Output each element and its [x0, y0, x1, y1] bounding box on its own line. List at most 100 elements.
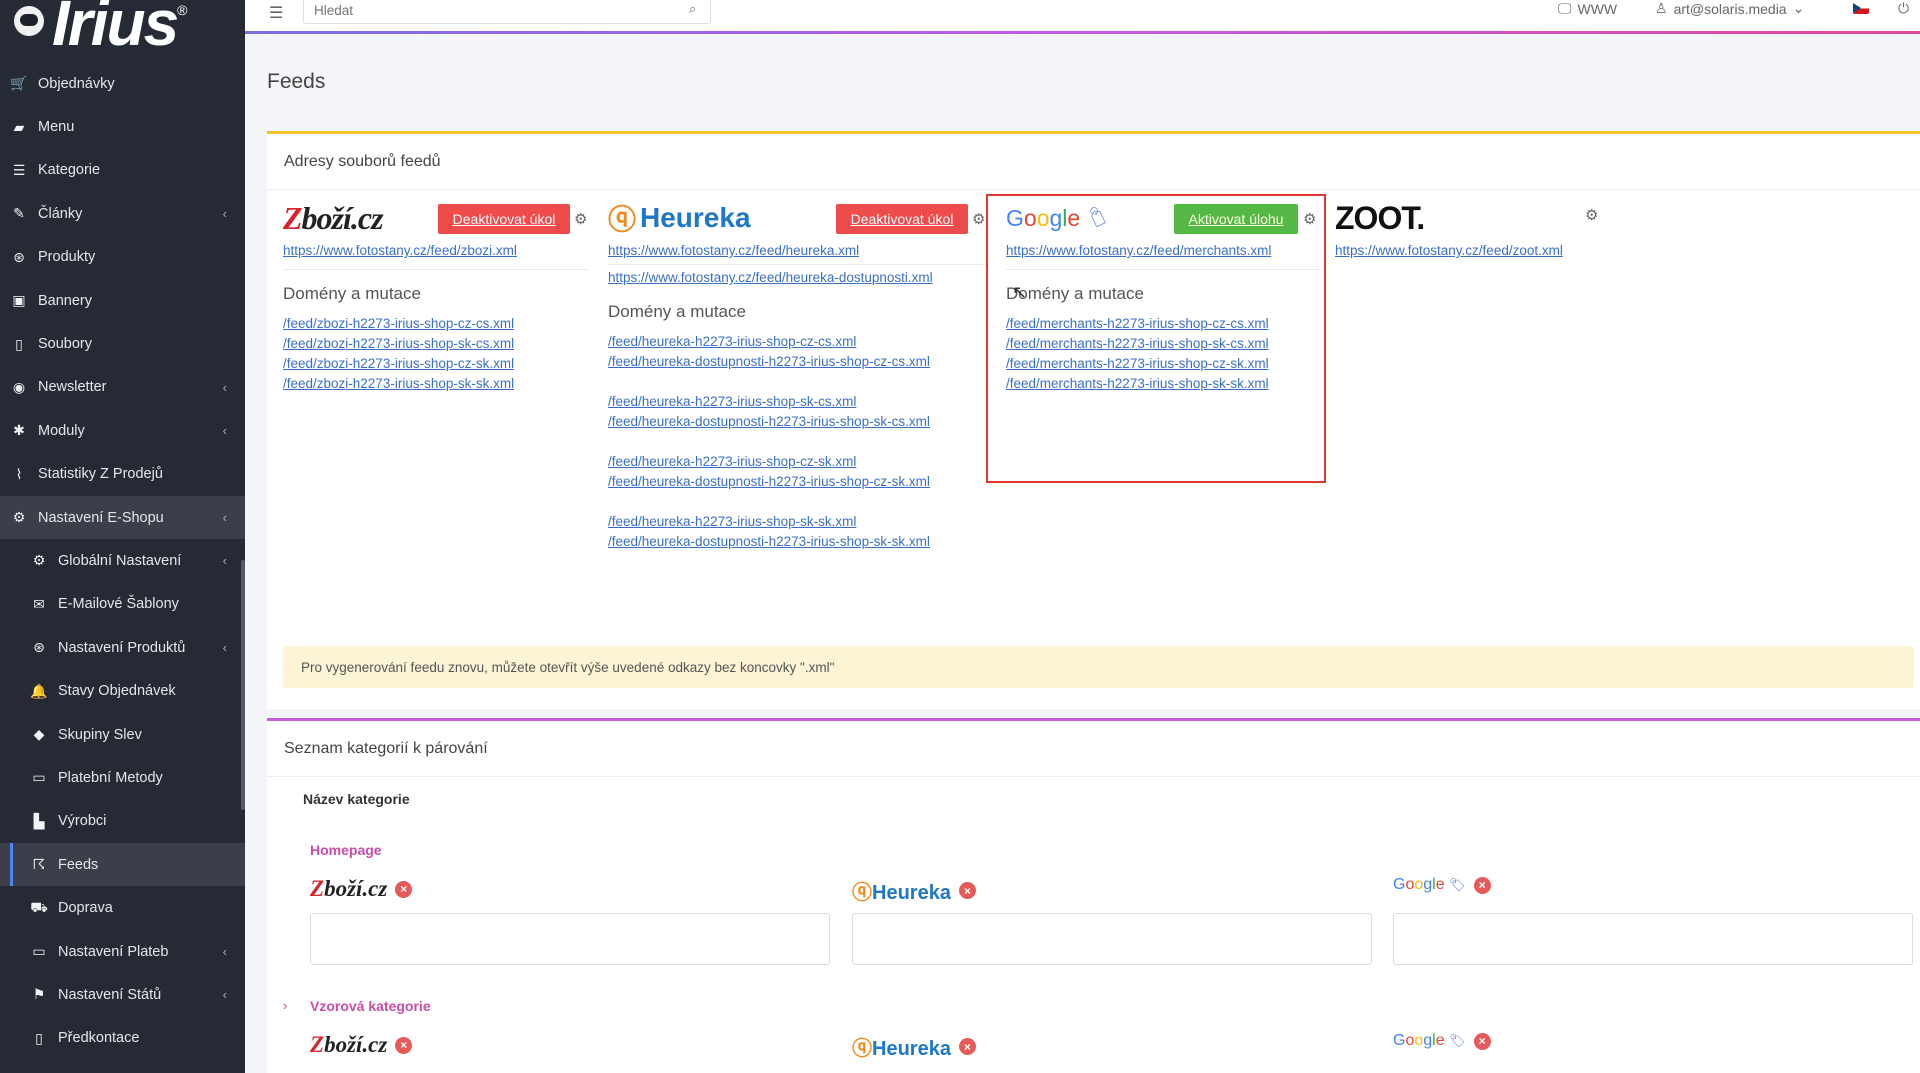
zbozi-mini-brand: Zboží.cz × — [310, 1032, 413, 1058]
google-logo: Google 🏷 — [1393, 1032, 1466, 1049]
sidebar-item-label: Doprava — [58, 900, 113, 917]
chevron-left-icon: ‹ — [222, 640, 227, 656]
chevron-right-icon[interactable]: › — [283, 998, 287, 1013]
sidebar-item-label: Produkty — [38, 249, 96, 266]
sidebar-item-menu[interactable]: ▰ Menu — [0, 105, 245, 148]
user-menu[interactable]: ♙ art@solaris.media ⌄ — [1655, 0, 1804, 17]
heureka-domain-link[interactable]: /feed/heureka-h2273-irius-shop-sk-sk.xml — [608, 512, 986, 532]
sidebar-item-statistiky-z-prodejů[interactable]: ⌇ Statistiky Z Prodejů — [0, 453, 245, 496]
sidebar-item-objednávky[interactable]: 🛒 Objednávky — [0, 62, 245, 105]
zbozi-deactivate-button[interactable]: Deaktivovat úkol — [438, 204, 570, 234]
zbozi-url[interactable]: https://www.fotostany.cz/feed/zbozi.xml — [283, 241, 588, 261]
zbozi-category-textarea[interactable] — [310, 913, 830, 965]
heureka-domain-link[interactable]: /feed/heureka-dostupnosti-h2273-irius-sh… — [608, 532, 986, 552]
heureka-column: ⓠ Heureka Deaktivovat úkol ⚙ https://www.… — [608, 195, 986, 552]
sidebar-item-skupiny-slev[interactable]: ◆ Skupiny Slev — [0, 713, 245, 756]
sidebar-item-newsletter[interactable]: ◉ Newsletter ‹ — [0, 366, 245, 409]
zbozi-domain-link[interactable]: /feed/zbozi-h2273-irius-shop-cz-cs.xml — [283, 314, 588, 334]
heureka-domain-link[interactable]: /feed/heureka-dostupnosti-h2273-irius-sh… — [608, 472, 986, 492]
logout-button[interactable]: ⏻ — [1898, 0, 1909, 17]
sidebar-item-label: Předkontace — [58, 1030, 140, 1047]
sidebar-item-nastavení-států[interactable]: ⚑ Nastavení Států ‹ — [0, 973, 245, 1016]
logo[interactable]: Irius ® — [0, 0, 245, 62]
heureka-domain-link[interactable]: /feed/heureka-h2273-irius-shop-sk-cs.xml — [608, 392, 986, 412]
chevron-left-icon: ‹ — [222, 553, 227, 569]
close-circle-icon[interactable]: × — [958, 882, 976, 899]
sidebar-item-feeds[interactable]: ☈ Feeds — [0, 843, 245, 887]
zbozi-domain-link[interactable]: /feed/zbozi-h2273-irius-shop-cz-sk.xml — [283, 354, 588, 374]
sidebar-item-články[interactable]: ✎ Články ‹ — [0, 192, 245, 235]
heureka-domain-link[interactable]: /feed/heureka-dostupnosti-h2273-irius-sh… — [608, 352, 986, 372]
list-icon: ☰ — [12, 161, 26, 178]
search-input[interactable] — [303, 0, 711, 24]
chevron-left-icon: ‹ — [222, 987, 227, 1003]
card-icon: ▭ — [32, 943, 46, 959]
heureka-mini-brand: ⓠHeureka × — [852, 876, 976, 905]
heureka-availability-url[interactable]: https://www.fotostany.cz/feed/heureka-do… — [608, 268, 986, 288]
heureka-deactivate-button[interactable]: Deaktivovat úkol — [836, 204, 968, 234]
close-circle-icon[interactable]: × — [958, 1038, 976, 1055]
heureka-logo: ⓠHeureka — [852, 882, 951, 904]
sidebar-item-moduly[interactable]: ✱ Moduly ‹ — [0, 409, 245, 452]
heureka-logo: ⓠHeureka — [608, 198, 751, 238]
sidebar-item-label: Stavy Objednávek — [58, 683, 176, 700]
close-circle-icon[interactable]: × — [395, 1036, 413, 1054]
divider — [608, 264, 986, 265]
heureka-domain-link[interactable]: /feed/heureka-dostupnosti-h2273-irius-sh… — [608, 412, 986, 432]
heureka-url[interactable]: https://www.fotostany.cz/feed/heureka.xm… — [608, 241, 986, 261]
zoot-url[interactable]: https://www.fotostany.cz/feed/zoot.xml — [1335, 241, 1607, 261]
sidebar-item-nastavení-produktů[interactable]: ⊛ Nastavení Produktů ‹ — [0, 626, 245, 669]
google-category-textarea[interactable] — [1393, 913, 1913, 965]
heureka-domain-group: /feed/heureka-h2273-irius-shop-cz-sk.xml… — [608, 452, 986, 492]
feeds-card-title: Adresy souborů feedů — [267, 134, 1920, 190]
sidebar-item-e-mailové-šablony[interactable]: ✉ E-Mailové Šablony — [0, 583, 245, 626]
monitor-icon: 🖵 — [1558, 0, 1572, 16]
user-label: art@solaris.media — [1673, 0, 1787, 17]
topbar: ☰ ⌕ 🖵 WWW ♙ art@solaris.media ⌄ ⏻ — [245, 0, 1920, 34]
www-link[interactable]: 🖵 WWW — [1558, 0, 1617, 17]
zbozi-domain-link[interactable]: /feed/zbozi-h2273-irius-shop-sk-cs.xml — [283, 334, 588, 354]
close-circle-icon[interactable]: × — [395, 880, 413, 898]
sidebar-item-label: Nastavení Států — [58, 986, 162, 1003]
sidebar-item-soubory[interactable]: ▯ Soubory — [0, 322, 245, 365]
zbozi-domain-link[interactable]: /feed/zbozi-h2273-irius-shop-sk-sk.xml — [283, 374, 588, 394]
sidebar-item-globální-nastavení[interactable]: ⚙ Globální Nastavení ‹ — [0, 539, 245, 582]
sidebar-scrollbar[interactable] — [241, 560, 245, 810]
sidebar-item-stavy-objednávek[interactable]: 🔔 Stavy Objednávek — [0, 669, 245, 712]
heureka-domain-group: /feed/heureka-h2273-irius-shop-sk-sk.xml… — [608, 512, 986, 552]
sidebar-item-platební-metody[interactable]: ▭ Platební Metody — [0, 756, 245, 799]
sidebar-nav: 🛒 Objednávky ▰ Menu ☰ Kategorie ✎ Články ‹ ⊛ Produ… — [0, 62, 245, 1060]
sidebar-item-label: Nastavení Produktů — [58, 639, 186, 656]
heureka-section-title: Domény a mutace — [608, 302, 746, 321]
flag-icon: ⚑ — [32, 986, 46, 1003]
heureka-category-textarea[interactable] — [852, 913, 1372, 965]
zbozi-gear-icon[interactable]: ⚙ — [574, 210, 587, 228]
close-circle-icon[interactable]: × — [1473, 1032, 1491, 1050]
heureka-domain-group: /feed/heureka-h2273-irius-shop-sk-cs.xml… — [608, 392, 986, 432]
user-icon: ♙ — [1655, 0, 1668, 16]
category-name[interactable]: Vzorová kategorie — [310, 998, 431, 1014]
language-switch[interactable] — [1853, 3, 1869, 14]
sidebar-item-předkontace[interactable]: ▯ Předkontace — [0, 1017, 245, 1060]
image-icon: ▣ — [12, 292, 26, 309]
bell-icon: 🔔 — [30, 682, 48, 699]
heureka-gear-icon[interactable]: ⚙ — [972, 210, 985, 228]
sidebar-item-label: Objednávky — [38, 75, 115, 92]
sidebar-item-nastavení-plateb[interactable]: ▭ Nastavení Plateb ‹ — [0, 930, 245, 973]
hamburger-icon[interactable]: ☰ — [269, 3, 283, 23]
sidebar-item-nastavení-e-shopu[interactable]: ⚙ Nastavení E-Shopu ‹ — [0, 495, 245, 540]
sidebar-item-produkty[interactable]: ⊛ Produkty — [0, 236, 245, 279]
gear-icon: ⚙ — [32, 552, 46, 569]
heureka-domain-link[interactable]: /feed/heureka-h2273-irius-shop-cz-cs.xml — [608, 332, 986, 352]
sidebar-item-výrobci[interactable]: ▙ Výrobci — [0, 800, 245, 843]
sidebar-item-bannery[interactable]: ▣ Bannery — [0, 279, 245, 322]
sidebar-item-doprava[interactable]: ⛟ Doprava — [0, 886, 245, 929]
zoot-gear-icon[interactable]: ⚙ — [1585, 206, 1598, 224]
search-icon[interactable]: ⌕ — [689, 1, 696, 17]
close-circle-icon[interactable]: × — [1473, 876, 1491, 894]
sidebar-item-kategorie[interactable]: ☰ Kategorie — [0, 149, 245, 192]
cogs-icon: ⚙ — [12, 509, 26, 526]
topbar-gradient — [245, 31, 1920, 34]
heureka-domain-link[interactable]: /feed/heureka-h2273-irius-shop-cz-sk.xml — [608, 452, 986, 472]
chevron-left-icon: ‹ — [222, 510, 227, 526]
